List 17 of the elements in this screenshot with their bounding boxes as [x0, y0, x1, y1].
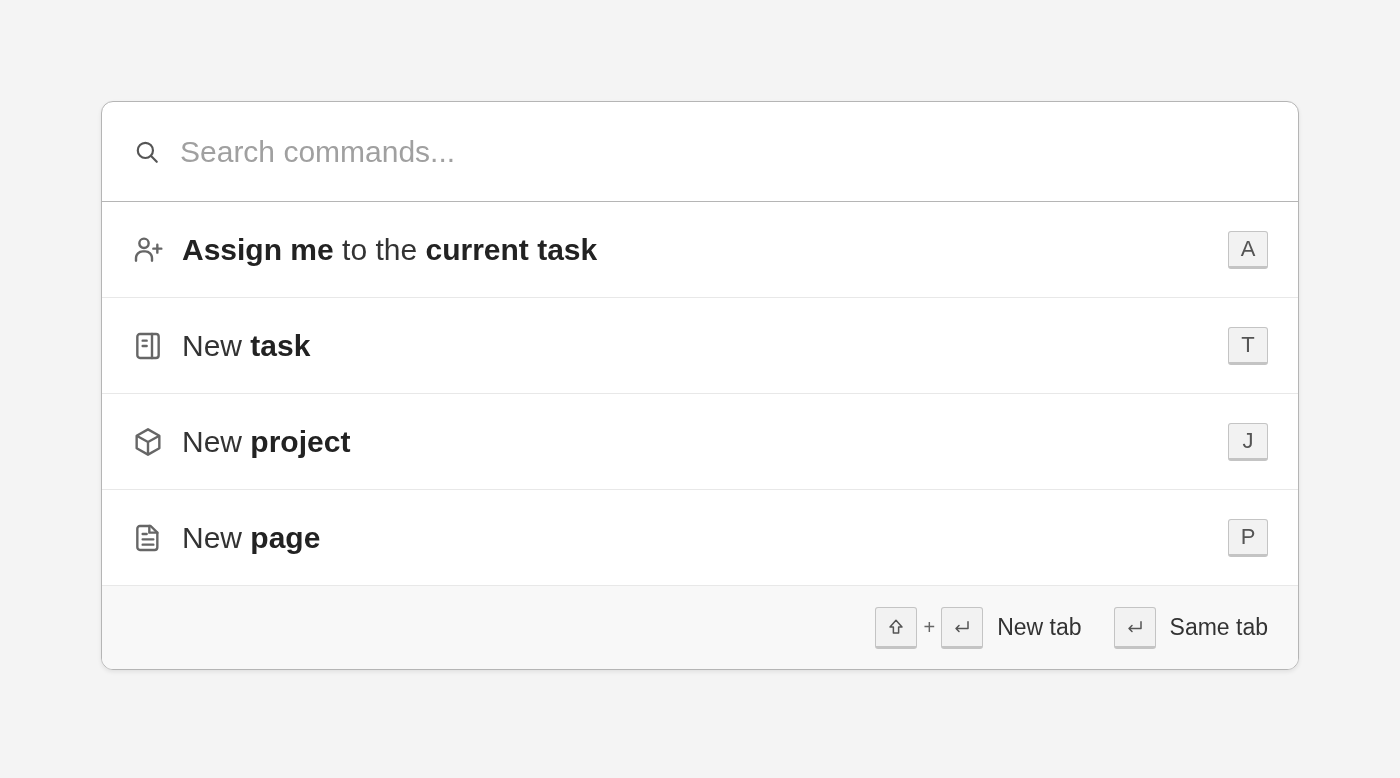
- hint-label: New tab: [997, 614, 1082, 641]
- cube-icon: [132, 425, 164, 458]
- command-item[interactable]: New task T: [102, 298, 1298, 394]
- hint-label: Same tab: [1169, 614, 1268, 641]
- command-item[interactable]: Assign me to the current task A: [102, 202, 1298, 298]
- shortcut-key: P: [1228, 518, 1268, 557]
- plus-sign: +: [923, 616, 936, 639]
- search-field[interactable]: Search commands...: [180, 134, 1298, 169]
- shortcut-key: J: [1228, 422, 1268, 461]
- command-label: Assign me to the current task: [182, 232, 599, 267]
- command-label: New task: [182, 328, 312, 363]
- shortcut-key: T: [1228, 326, 1268, 365]
- command-label: New page: [182, 520, 322, 555]
- command-label: New project: [182, 424, 352, 459]
- shift-icon: [887, 617, 906, 636]
- shortcut-key: A: [1228, 230, 1268, 269]
- command-item[interactable]: New project J: [102, 394, 1298, 490]
